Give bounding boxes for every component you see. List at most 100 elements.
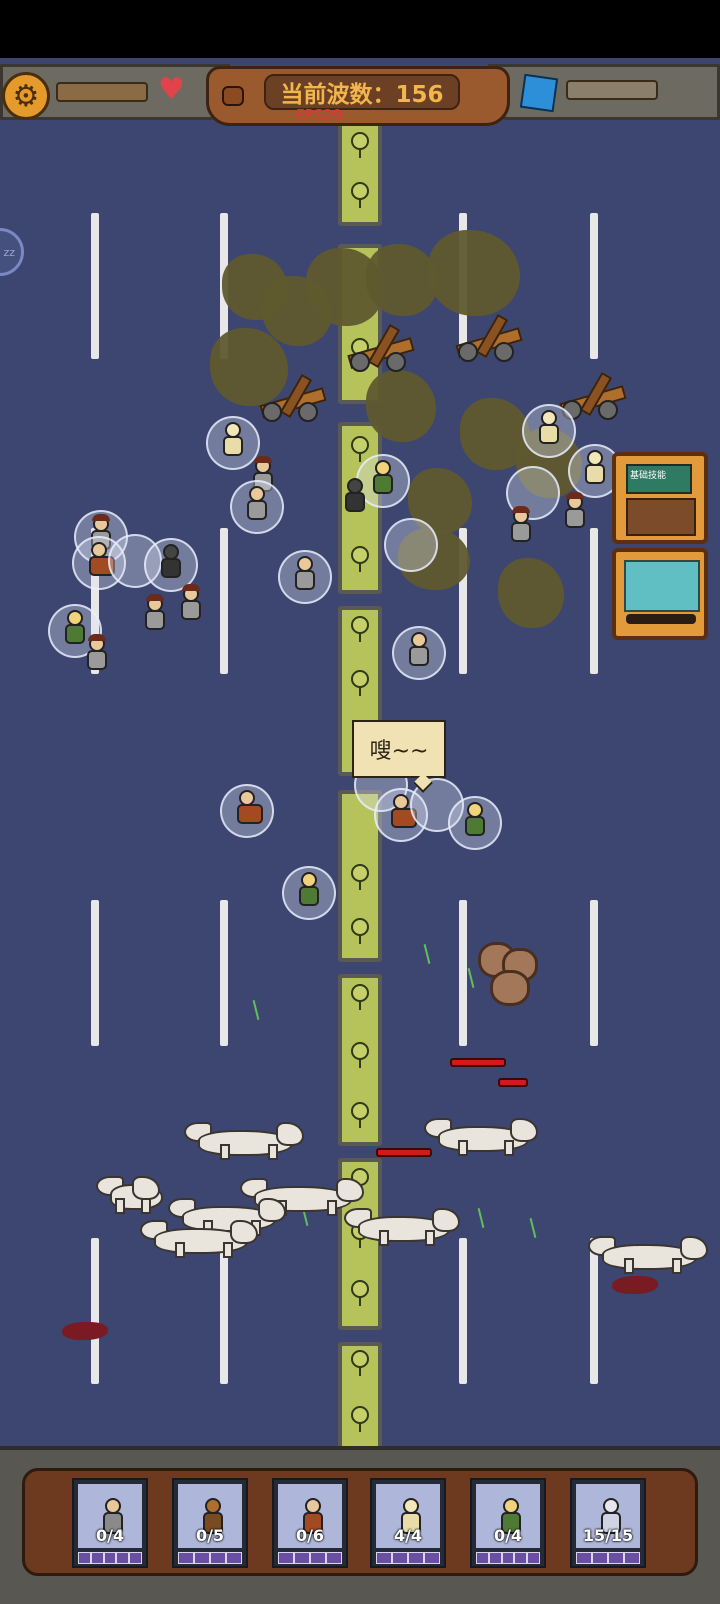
priest-unit bbox=[580, 450, 610, 490]
tree-icon bbox=[350, 182, 370, 208]
resource-bar bbox=[566, 80, 658, 100]
blood-splat bbox=[62, 1322, 108, 1340]
lane-dash bbox=[590, 213, 598, 359]
fps-counter: FPS29 bbox=[296, 106, 343, 124]
smoke-cloud bbox=[366, 244, 438, 316]
gunner-unit bbox=[242, 486, 272, 526]
gunner-unit bbox=[404, 632, 434, 672]
sleep-label: zz bbox=[3, 245, 15, 259]
elf-archer-unit bbox=[294, 872, 324, 912]
battlefield bbox=[0, 58, 720, 1600]
unit-slot-catapult[interactable]: 0/5 bbox=[172, 1478, 248, 1568]
lane-dash bbox=[220, 1238, 228, 1384]
unit-slot-gunner[interactable]: 0/4 bbox=[72, 1478, 148, 1568]
wolf-enemy bbox=[140, 1218, 258, 1258]
wolf-enemy bbox=[424, 1116, 538, 1156]
lane-dash bbox=[459, 1238, 467, 1384]
wave-counter: 当前波数：156 bbox=[264, 74, 460, 110]
arrow-projectile bbox=[529, 1218, 537, 1238]
cube-icon bbox=[519, 73, 559, 113]
assassin-unit bbox=[156, 544, 186, 584]
catapult-unit bbox=[256, 372, 327, 422]
wolf-enemy bbox=[588, 1234, 708, 1274]
lane-dash bbox=[590, 900, 598, 1046]
sword-rack-icon bbox=[626, 614, 696, 624]
lane-dash bbox=[220, 900, 228, 1046]
status-bar bbox=[0, 0, 720, 58]
unit-slot-cavalry[interactable]: 0/6 bbox=[272, 1478, 348, 1568]
gunner-unit bbox=[290, 556, 320, 596]
skill-card-basic[interactable]: 基础技能 bbox=[612, 452, 708, 544]
priest-unit bbox=[534, 410, 564, 450]
upgrade-pips bbox=[376, 1552, 440, 1564]
wolf-enemy bbox=[184, 1120, 304, 1160]
strategy-board-icon: 基础技能 bbox=[626, 464, 692, 494]
priest-unit bbox=[218, 422, 248, 462]
health-bar bbox=[56, 82, 148, 102]
catapult-unit bbox=[344, 322, 415, 372]
unit-count: 0/4 bbox=[95, 1526, 125, 1545]
tree-icon bbox=[350, 1350, 370, 1376]
upgrade-pips bbox=[278, 1552, 342, 1564]
tree-icon bbox=[350, 1280, 370, 1306]
heart-icon: ♥ bbox=[158, 72, 185, 107]
wolf-enemy bbox=[96, 1174, 163, 1214]
cavalry-unit bbox=[232, 790, 263, 830]
gunner-unit bbox=[140, 594, 170, 636]
gunner-unit bbox=[560, 492, 590, 534]
unit-count: 4/4 bbox=[393, 1526, 423, 1545]
upgrade-pips bbox=[476, 1552, 540, 1564]
gunner-unit bbox=[82, 634, 112, 676]
shield-bubble bbox=[384, 518, 438, 572]
arrow-projectile bbox=[477, 1208, 485, 1228]
scroll-icon bbox=[222, 86, 244, 106]
upgrade-pips bbox=[78, 1552, 142, 1564]
tree-icon bbox=[350, 132, 370, 158]
median-strip bbox=[338, 1342, 382, 1452]
lane-dash bbox=[220, 528, 228, 674]
unit-count: 0/5 bbox=[195, 1526, 225, 1545]
assassin-unit bbox=[340, 478, 370, 518]
upgrade-pips bbox=[576, 1552, 640, 1564]
top-hud: ♥ 当前波数：156 FPS29 bbox=[0, 58, 720, 128]
enemy-health-bar bbox=[450, 1058, 506, 1067]
unit-slot-knight[interactable]: 15/15 bbox=[570, 1478, 646, 1568]
upgrade-pips bbox=[178, 1552, 242, 1564]
desk-icon bbox=[626, 498, 696, 536]
skill-card-label: 基础技能 bbox=[630, 471, 667, 481]
lane-dash bbox=[459, 900, 467, 1046]
elf-archer-unit bbox=[460, 802, 490, 842]
speech-bubble: 嗖~~ bbox=[352, 720, 446, 778]
arrow-projectile bbox=[423, 944, 431, 964]
unit-slot-priest[interactable]: 4/4 bbox=[370, 1478, 446, 1568]
smoke-cloud bbox=[366, 370, 436, 442]
tree-icon bbox=[350, 864, 370, 890]
smoke-cloud bbox=[428, 230, 520, 316]
lane-dash bbox=[590, 528, 598, 674]
tree-icon bbox=[350, 670, 370, 696]
tree-icon bbox=[350, 616, 370, 642]
gear-icon[interactable]: ⚙ bbox=[2, 72, 50, 120]
catapult-unit bbox=[452, 312, 523, 362]
lane-dash bbox=[91, 1238, 99, 1384]
unit-count: 0/6 bbox=[295, 1526, 325, 1545]
lane-dash bbox=[91, 213, 99, 359]
median-strip bbox=[338, 974, 382, 1146]
gunner-unit bbox=[506, 506, 536, 548]
gunner-unit bbox=[176, 584, 206, 626]
boulder-projectile bbox=[490, 970, 530, 1006]
unit-slot-elf-archer[interactable]: 0/4 bbox=[470, 1478, 546, 1568]
tree-icon bbox=[350, 918, 370, 944]
tree-icon bbox=[350, 546, 370, 572]
tree-icon bbox=[350, 1042, 370, 1068]
smoke-cloud bbox=[498, 558, 564, 628]
blood-splat bbox=[612, 1276, 658, 1294]
enemy-health-bar bbox=[498, 1078, 528, 1087]
tree-icon bbox=[350, 1102, 370, 1128]
wolf-enemy bbox=[344, 1206, 460, 1246]
skill-card-weapons[interactable] bbox=[612, 548, 708, 640]
lane-dash bbox=[91, 900, 99, 1046]
tree-icon bbox=[350, 1406, 370, 1432]
elf-archer-unit bbox=[368, 460, 398, 500]
unit-count: 0/4 bbox=[493, 1526, 523, 1545]
